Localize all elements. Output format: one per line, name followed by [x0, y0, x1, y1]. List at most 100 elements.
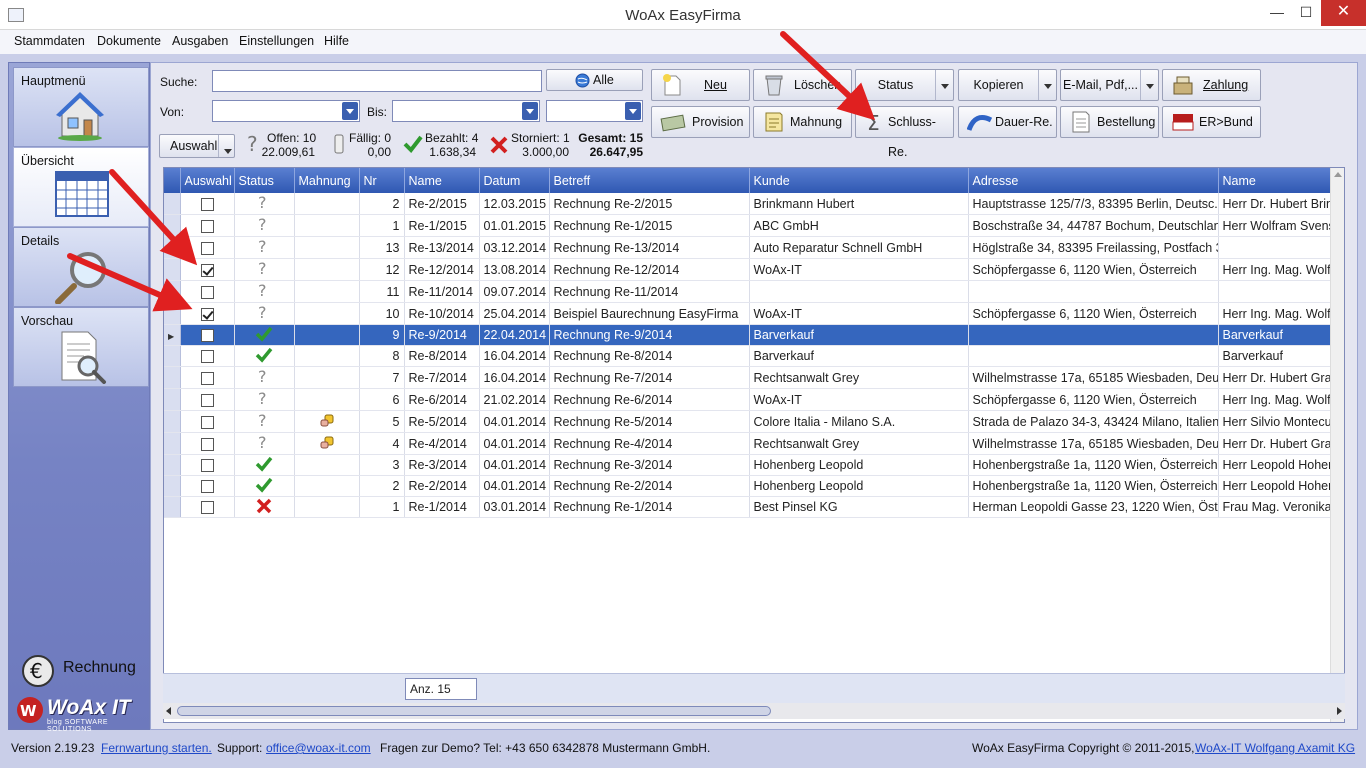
fernwartung-link[interactable]: Fernwartung starten.: [101, 741, 212, 755]
row-checkbox[interactable]: [200, 501, 214, 515]
vertical-scrollbar[interactable]: [1330, 168, 1344, 722]
table-row[interactable]: ? 13 Re-13/2014 03.12.2014 Rechnung Re-13/20…: [164, 236, 1331, 259]
header-name2[interactable]: Name: [1218, 168, 1331, 193]
mahnung-button[interactable]: Mahnung: [753, 106, 852, 138]
cell-auswahl[interactable]: [180, 193, 235, 215]
row-checkbox[interactable]: [200, 219, 214, 233]
scroll-right-icon[interactable]: [1337, 707, 1342, 715]
loeschen-button[interactable]: Löschen: [753, 69, 852, 101]
menu-einstellungen[interactable]: Einstellungen: [239, 34, 314, 48]
cell-auswahl[interactable]: [180, 496, 235, 518]
sidebar-item-uebersicht[interactable]: Übersicht: [13, 147, 149, 227]
row-header[interactable]: [164, 410, 181, 433]
bis-date-picker[interactable]: [392, 100, 540, 122]
table-row[interactable]: ? 10 Re-10/2014 25.04.2014 Beispiel Baurechn…: [164, 302, 1331, 325]
row-header[interactable]: [164, 475, 181, 497]
table-row[interactable]: ? 2 Re-2/2015 12.03.2015 Rechnung Re-2/2015 B…: [164, 193, 1331, 215]
cell-auswahl[interactable]: [180, 302, 235, 325]
table-row[interactable]: ? 7 Re-7/2014 16.04.2014 Rechnung Re-7/2014 R…: [164, 366, 1331, 389]
row-checkbox[interactable]: [200, 329, 214, 343]
table-row[interactable]: ? 5 Re-5/2014 04.01.2014 Rechnung Re-5/2014 C…: [164, 410, 1331, 433]
cell-auswahl[interactable]: [180, 236, 235, 259]
scroll-thumb[interactable]: [177, 706, 771, 716]
menu-hilfe[interactable]: Hilfe: [324, 34, 349, 48]
header-auswahl[interactable]: Auswahl: [180, 168, 235, 193]
row-header[interactable]: [164, 193, 181, 215]
table-row[interactable]: 1 Re-1/2014 03.01.2014 Rechnung Re-1/2014 Be…: [164, 496, 1331, 518]
cell-auswahl[interactable]: [180, 475, 235, 497]
row-header[interactable]: [164, 496, 181, 518]
row-checkbox[interactable]: [200, 285, 214, 299]
status-button[interactable]: Status: [855, 69, 954, 101]
menu-stammdaten[interactable]: Stammdaten: [14, 34, 85, 48]
table-row[interactable]: ? 1 Re-1/2015 01.01.2015 Rechnung Re-1/2015 A…: [164, 214, 1331, 237]
von-date-picker[interactable]: [212, 100, 360, 122]
cell-auswahl[interactable]: [180, 410, 235, 433]
row-header[interactable]: [164, 366, 181, 389]
cell-auswahl[interactable]: [180, 345, 235, 367]
search-input[interactable]: [212, 70, 542, 92]
dauer-re-button[interactable]: Dauer-Re.: [958, 106, 1057, 138]
row-checkbox[interactable]: [200, 350, 214, 364]
row-header[interactable]: [164, 236, 181, 259]
bestellung-button[interactable]: Bestellung: [1060, 106, 1159, 138]
schluss-re-button[interactable]: Σ Schluss-Re.: [855, 106, 954, 159]
table-row[interactable]: 3 Re-3/2014 04.01.2014 Rechnung Re-3/2014 Ho…: [164, 454, 1331, 476]
close-button[interactable]: ✕: [1321, 0, 1366, 26]
row-header[interactable]: [164, 302, 181, 325]
row-checkbox[interactable]: [200, 197, 214, 211]
scroll-left-icon[interactable]: [166, 707, 171, 715]
header-name[interactable]: Name: [404, 168, 480, 193]
table-row[interactable]: ? 12 Re-12/2014 13.08.2014 Rechnung Re-12/20…: [164, 258, 1331, 281]
row-checkbox[interactable]: [200, 415, 214, 429]
email-pdf-button[interactable]: E-Mail, Pdf,...: [1060, 69, 1159, 101]
cell-auswahl[interactable]: [180, 366, 235, 389]
header-nr[interactable]: Nr: [359, 168, 405, 193]
cell-auswahl[interactable]: [180, 432, 235, 455]
table-row[interactable]: ▶ 9 Re-9/2014 22.04.2014 Rechnung Re-9/2014 B…: [164, 324, 1331, 346]
table-row[interactable]: 8 Re-8/2014 16.04.2014 Rechnung Re-8/2014 Ba…: [164, 345, 1331, 367]
row-header[interactable]: [164, 432, 181, 455]
table-row[interactable]: ? 4 Re-4/2014 04.01.2014 Rechnung Re-4/2014 R…: [164, 432, 1331, 455]
menu-ausgaben[interactable]: Ausgaben: [172, 34, 228, 48]
row-header[interactable]: [164, 214, 181, 237]
header-kunde[interactable]: Kunde: [749, 168, 969, 193]
row-checkbox[interactable]: [200, 393, 214, 407]
sidebar-item-details[interactable]: Details: [13, 227, 149, 307]
row-checkbox[interactable]: [200, 371, 214, 385]
header-datum[interactable]: Datum: [479, 168, 550, 193]
row-checkbox[interactable]: [200, 480, 214, 494]
auswahl-dropdown[interactable]: Auswahl: [159, 134, 235, 158]
row-header[interactable]: [164, 258, 181, 281]
row-checkbox[interactable]: [200, 307, 214, 321]
header-mahnung[interactable]: Mahnung: [294, 168, 360, 193]
row-header[interactable]: [164, 280, 181, 303]
cell-auswahl[interactable]: [180, 214, 235, 237]
row-header[interactable]: [164, 454, 181, 476]
support-email-link[interactable]: office@woax-it.com: [266, 741, 371, 755]
horizontal-scrollbar[interactable]: [163, 703, 1345, 719]
alle-button[interactable]: Alle: [546, 69, 643, 91]
period-select[interactable]: [546, 100, 643, 122]
cell-auswahl[interactable]: [180, 258, 235, 281]
header-adresse[interactable]: Adresse: [968, 168, 1219, 193]
neu-button[interactable]: Neu: [651, 69, 750, 101]
er-bund-button[interactable]: ER>Bund: [1162, 106, 1261, 138]
table-row[interactable]: ? 6 Re-6/2014 21.02.2014 Rechnung Re-6/2014 W…: [164, 388, 1331, 411]
row-checkbox[interactable]: [200, 459, 214, 473]
header-betreff[interactable]: Betreff: [549, 168, 750, 193]
minimize-button[interactable]: —: [1262, 0, 1292, 26]
cell-auswahl[interactable]: [180, 324, 235, 346]
table-row[interactable]: ? 11 Re-11/2014 09.07.2014 Rechnung Re-11/20…: [164, 280, 1331, 303]
row-checkbox[interactable]: [200, 437, 214, 451]
menu-dokumente[interactable]: Dokumente: [97, 34, 161, 48]
kopieren-button[interactable]: Kopieren: [958, 69, 1057, 101]
row-checkbox[interactable]: [200, 263, 214, 277]
header-status[interactable]: Status: [234, 168, 295, 193]
row-header[interactable]: [164, 388, 181, 411]
cell-auswahl[interactable]: [180, 388, 235, 411]
row-checkbox[interactable]: [200, 241, 214, 255]
row-header[interactable]: ▶: [164, 324, 181, 346]
sidebar-item-vorschau[interactable]: Vorschau: [13, 307, 149, 387]
cell-auswahl[interactable]: [180, 454, 235, 476]
